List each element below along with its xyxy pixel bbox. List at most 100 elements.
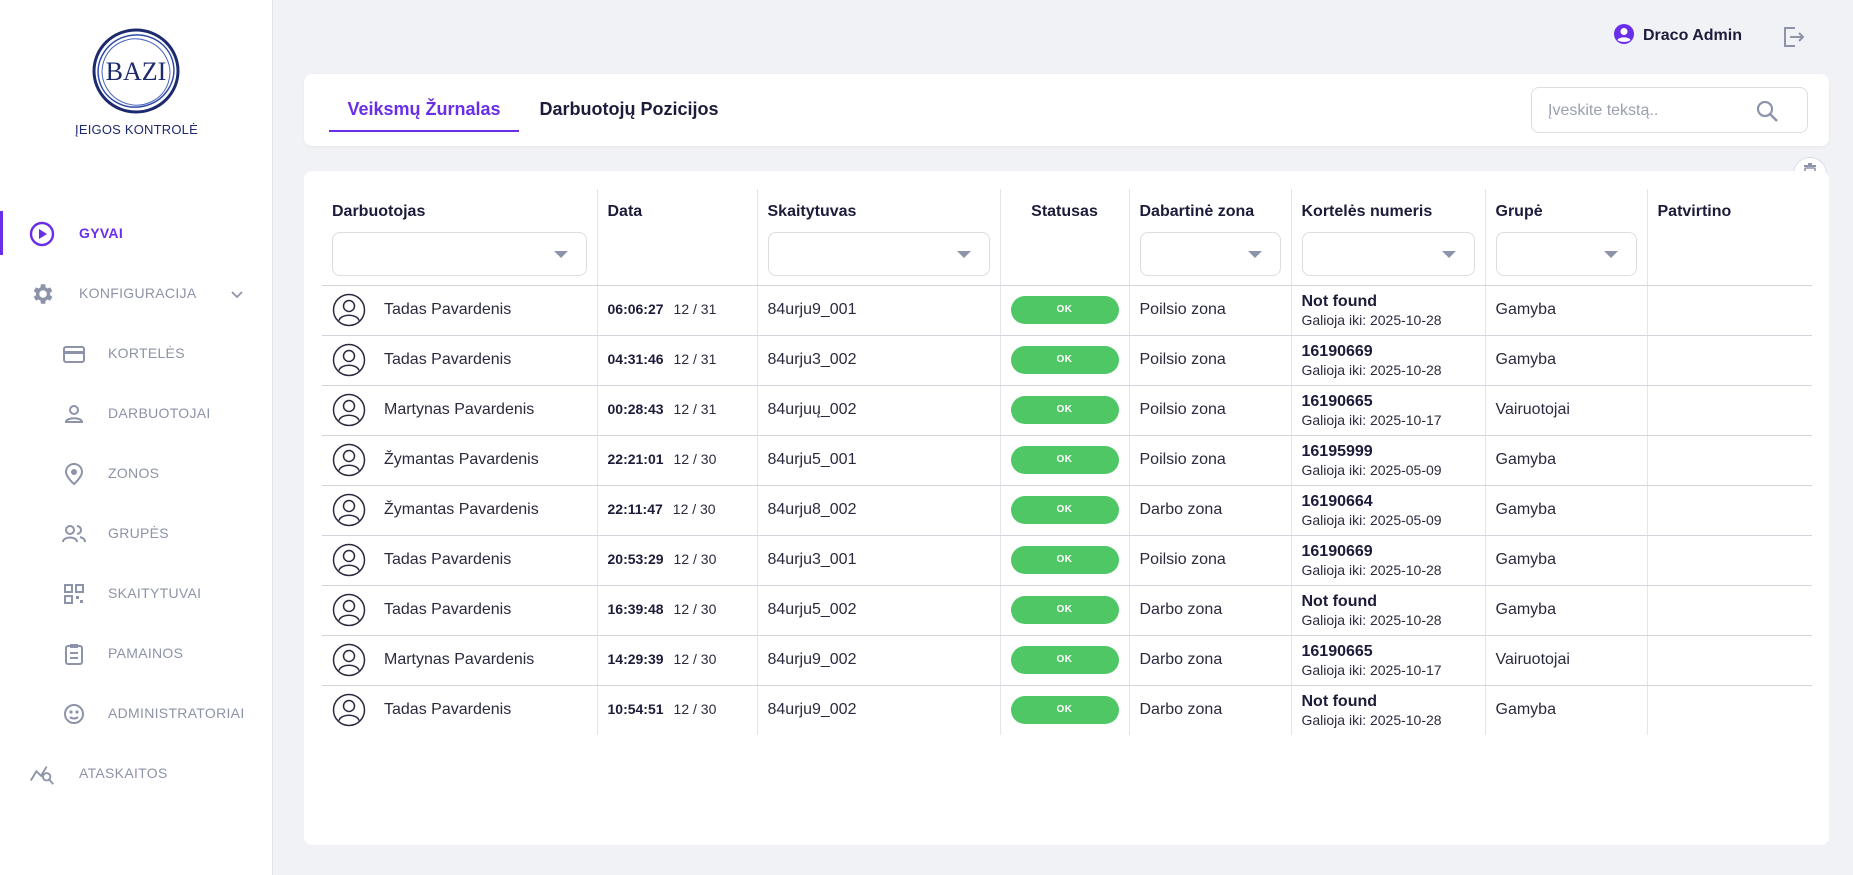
sidebar-item-label: KORTELĖS: [108, 345, 185, 361]
table-row[interactable]: Žymantas Pavardenis 22:11:47 12 / 30 84ur…: [322, 485, 1812, 536]
employee-filter-select[interactable]: [332, 232, 587, 276]
card-valid-until: Galioja iki: 2025-10-28: [1301, 361, 1442, 378]
group-filter-select[interactable]: [1495, 232, 1637, 276]
cell-card: 16190664 Galioja iki: 2025-05-09: [1291, 485, 1486, 536]
cell-confirmed: [1647, 485, 1812, 536]
cell-scanner: 84urju5_002: [757, 585, 1001, 636]
cell-group: Gamyba: [1485, 585, 1648, 636]
cell-status: OK: [1000, 485, 1130, 536]
card-number: 16190665: [1301, 642, 1373, 660]
cell-group: Vairuotojai: [1485, 385, 1648, 436]
cell-group: Gamyba: [1485, 335, 1648, 386]
cell-zone: Poilsio zona: [1129, 285, 1292, 336]
status-badge: OK: [1010, 696, 1119, 725]
chart-search-icon: [29, 761, 55, 787]
cell-card: 16190669 Galioja iki: 2025-10-28: [1291, 535, 1486, 586]
cell-date: 10:54:51 12 / 30: [597, 685, 758, 735]
cell-zone: Poilsio zona: [1129, 435, 1292, 486]
cell-card: Not found Galioja iki: 2025-10-28: [1291, 585, 1486, 636]
employee-name: Martynas Pavardenis: [384, 401, 535, 418]
sidebar-item-label: GYVAI: [79, 225, 124, 241]
cell-scanner: 84urju8_002: [757, 485, 1001, 536]
card-number: Not found: [1301, 592, 1378, 610]
cell-card: 16190665 Galioja iki: 2025-10-17: [1291, 385, 1486, 436]
cell-status: OK: [1000, 285, 1130, 336]
sidebar-item-grupes[interactable]: GRUPĖS: [0, 503, 273, 563]
zone-filter-select[interactable]: [1139, 232, 1281, 276]
avatar-icon: [332, 493, 366, 527]
dropdown-arrow-icon: [1603, 251, 1618, 258]
card-filter-select[interactable]: [1301, 232, 1475, 276]
sidebar-item-label: ZONOS: [108, 465, 160, 481]
cell-confirmed: [1647, 385, 1812, 436]
search-icon[interactable]: [1754, 98, 1780, 124]
search-box: [1531, 87, 1808, 133]
sidebar-item-korteles[interactable]: KORTELĖS: [0, 323, 273, 383]
cell-scanner: 84urju3_001: [757, 535, 1001, 586]
table-row[interactable]: Žymantas Pavardenis 22:21:01 12 / 30 84ur…: [322, 435, 1812, 486]
tab-veiksmu-zurnalas[interactable]: Veiksmų Žurnalas: [329, 88, 519, 132]
avatar-icon: [332, 643, 366, 677]
sidebar-item-ataskaitos[interactable]: ATASKAITOS: [0, 743, 273, 803]
header-card: Kortelės numeris: [1291, 189, 1486, 286]
sidebar-item-gyvai[interactable]: GYVAI: [0, 203, 273, 263]
table-row[interactable]: Tadas Pavardenis 06:06:27 12 / 31 84urju9…: [322, 285, 1812, 336]
gear-icon: [29, 281, 55, 307]
cell-date: 16:39:48 12 / 30: [597, 585, 758, 636]
logout-icon[interactable]: [1780, 24, 1806, 50]
cell-zone: Darbo zona: [1129, 685, 1292, 735]
event-time: 20:53:29: [607, 551, 664, 567]
cell-card: 16195999 Galioja iki: 2025-05-09: [1291, 435, 1486, 486]
card-number: Not found: [1301, 292, 1378, 310]
cell-status: OK: [1000, 435, 1130, 486]
employee-name: Tadas Pavardenis: [384, 351, 512, 368]
sidebar-item-pamainos[interactable]: PAMAINOS: [0, 623, 273, 683]
dropdown-arrow-icon: [553, 251, 568, 258]
table-row[interactable]: Tadas Pavardenis 16:39:48 12 / 30 84urju5…: [322, 585, 1812, 636]
scanner-filter-select[interactable]: [767, 232, 990, 276]
table-row[interactable]: Martynas Pavardenis 14:29:39 12 / 30 84ur…: [322, 635, 1812, 686]
card-valid-until: Galioja iki: 2025-10-17: [1301, 661, 1442, 678]
table-row[interactable]: Tadas Pavardenis 04:31:46 12 / 31 84urju3…: [322, 335, 1812, 386]
header-label: Skaitytuvas: [767, 203, 857, 220]
cell-card: 16190669 Galioja iki: 2025-10-28: [1291, 335, 1486, 386]
cell-confirmed: [1647, 685, 1812, 735]
event-date: 12 / 30: [673, 551, 717, 567]
header-group: Grupė: [1485, 189, 1648, 286]
chevron-down-icon[interactable]: [230, 287, 244, 305]
header-label: Statusas: [1031, 203, 1098, 220]
sidebar-item-darbuotojai[interactable]: DARBUOTOJAI: [0, 383, 273, 443]
sidebar-item-zonos[interactable]: ZONOS: [0, 443, 273, 503]
dropdown-arrow-icon: [1441, 251, 1456, 258]
avatar-icon: [332, 694, 366, 727]
cell-date: 22:21:01 12 / 30: [597, 435, 758, 486]
table-row[interactable]: Tadas Pavardenis 20:53:29 12 / 30 84urju3…: [322, 535, 1812, 586]
cell-zone: Poilsio zona: [1129, 535, 1292, 586]
cell-group: Vairuotojai: [1485, 635, 1648, 686]
header-label: Dabartinė zona: [1139, 203, 1255, 220]
sidebar-item-skaitytuvai[interactable]: SKAITYTUVAI: [0, 563, 273, 623]
sidebar: BAZI ĮEIGOS KONTROLĖ GYVAI KONFIGURACIJA…: [0, 0, 273, 875]
table-row[interactable]: Martynas Pavardenis 00:28:43 12 / 31 84ur…: [322, 385, 1812, 436]
user-menu[interactable]: Draco Admin: [1613, 23, 1742, 48]
sidebar-item-konfiguracija[interactable]: KONFIGURACIJA: [0, 263, 273, 323]
cell-card: Not found Galioja iki: 2025-10-28: [1291, 285, 1486, 336]
event-time: 04:31:46: [607, 351, 664, 367]
cell-status: OK: [1000, 635, 1130, 686]
header-confirmed: Patvirtino: [1647, 189, 1812, 286]
event-date: 12 / 30: [673, 451, 717, 467]
event-date: 12 / 31: [673, 351, 717, 367]
table-row[interactable]: Tadas Pavardenis 10:54:51 12 / 30 84urju9…: [322, 685, 1812, 735]
header-label: Kortelės numeris: [1301, 203, 1433, 220]
card-number: 16190669: [1301, 342, 1373, 360]
logo-caption: ĮEIGOS KONTROLĖ: [75, 122, 198, 137]
search-input[interactable]: [1548, 100, 1748, 122]
event-date: 12 / 31: [673, 401, 717, 417]
status-badge: OK: [1010, 446, 1119, 474]
sidebar-item-label: DARBUOTOJAI: [108, 405, 211, 421]
avatar-icon: [332, 543, 366, 577]
header-zone: Dabartinė zona: [1129, 189, 1292, 286]
tab-darbuotoju-pozicijos[interactable]: Darbuotojų Pozicijos: [536, 88, 722, 132]
sidebar-item-administratoriai[interactable]: ADMINISTRATORIAI: [0, 683, 273, 743]
event-log-table: Darbuotojas Data Skaitytuvas Statusas Da…: [322, 189, 1812, 735]
